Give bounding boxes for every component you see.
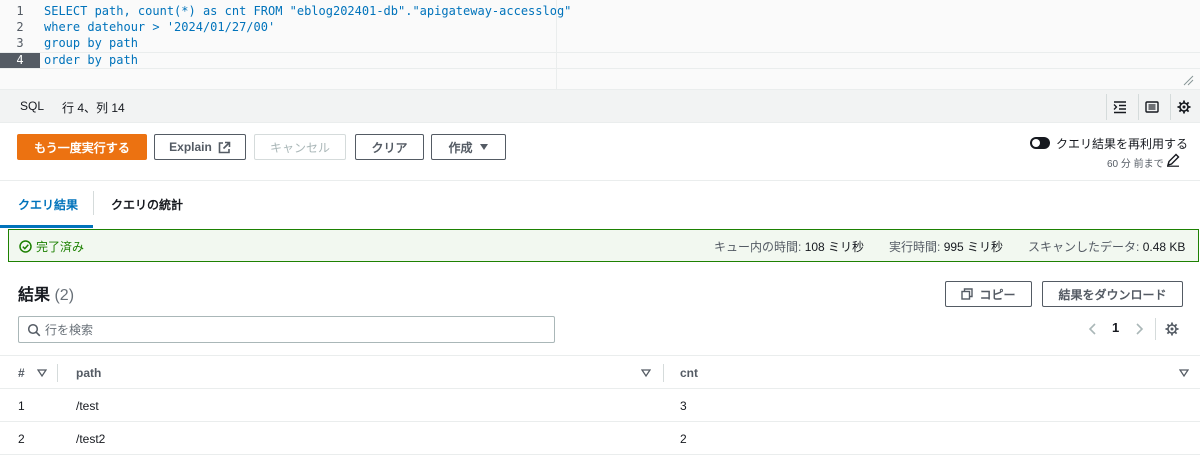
explain-label: Explain	[169, 140, 212, 154]
search-input[interactable]	[45, 320, 545, 339]
results-table-header: # path cnt	[0, 355, 1200, 389]
copy-label: コピー	[979, 287, 1016, 302]
next-page-icon[interactable]	[1134, 322, 1144, 336]
code-line[interactable]: 1 SELECT path, count(*) as cnt FROM "ebl…	[0, 3, 571, 19]
cell-cnt: 2	[680, 432, 687, 446]
code-text[interactable]: SELECT path, count(*) as cnt FROM "eblog…	[44, 3, 571, 19]
status-text: 完了済み	[36, 240, 85, 254]
create-dropdown-button[interactable]: 作成	[431, 134, 506, 160]
rerun-button[interactable]: もう一度実行する	[17, 134, 147, 160]
cell-path: /test2	[76, 432, 106, 446]
column-header-cnt[interactable]: cnt	[680, 366, 698, 380]
cell-cnt: 3	[680, 399, 687, 413]
cancel-button[interactable]: キャンセル	[254, 134, 346, 160]
check-circle-icon	[19, 240, 32, 253]
language-label: SQL	[20, 99, 45, 113]
line-number: 4	[0, 52, 40, 68]
exec-time: 実行時間: 995 ミリ秒	[889, 238, 1003, 255]
sort-caret-icon[interactable]	[641, 368, 651, 378]
code-line[interactable]: 2 where datehour > '2024/01/27/00'	[0, 19, 556, 35]
reuse-results-label: クエリ結果を再利用する	[1056, 137, 1189, 151]
table-row: 2 /test2 2	[0, 422, 1200, 455]
resize-handle-icon[interactable]	[1182, 74, 1194, 86]
edit-pencil-icon[interactable]	[1166, 153, 1180, 167]
sql-editor[interactable]: 1 SELECT path, count(*) as cnt FROM "ebl…	[0, 0, 1200, 90]
cancel-label: キャンセル	[269, 140, 330, 155]
results-title: 結果	[18, 287, 51, 304]
reuse-results-toggle[interactable]	[1030, 137, 1050, 149]
code-line-active[interactable]: 4 order by path	[0, 52, 556, 68]
prev-page-icon[interactable]	[1088, 322, 1098, 336]
data-scanned-value: 0.48 KB	[1142, 240, 1186, 254]
exec-time-label: 実行時間:	[889, 240, 941, 254]
code-text[interactable]: group by path	[44, 35, 138, 51]
queue-time: キュー内の時間: 108 ミリ秒	[714, 238, 864, 255]
code-text[interactable]: order by path	[44, 52, 138, 68]
exec-time-value: 995 ミリ秒	[943, 240, 1004, 254]
data-scanned-label: スキャンしたデータ:	[1028, 240, 1140, 254]
create-label: 作成	[448, 140, 473, 155]
shortcuts-button[interactable]	[1138, 94, 1164, 120]
editor-divider	[556, 0, 557, 90]
data-scanned: スキャンしたデータ: 0.48 KB	[1028, 238, 1185, 255]
editor-divider	[0, 52, 1200, 53]
editor-status-bar: SQL 行 4、列 14	[0, 90, 1200, 123]
copy-icon	[961, 288, 974, 300]
keyboard-icon	[1144, 101, 1159, 113]
download-results-button[interactable]: 結果をダウンロード	[1042, 281, 1183, 307]
reuse-age-label: 60 分 前まで	[1107, 159, 1164, 170]
active-tab-indicator	[0, 225, 93, 228]
copy-button[interactable]: コピー	[945, 281, 1032, 307]
external-link-icon	[218, 141, 231, 153]
cell-index: 1	[18, 399, 25, 413]
download-label: 結果をダウンロード	[1058, 287, 1167, 302]
pager-separator	[1155, 318, 1156, 340]
table-settings-gear-icon[interactable]	[1165, 322, 1179, 336]
tab-query-stats[interactable]: クエリの統計	[111, 196, 183, 213]
format-button[interactable]	[1106, 94, 1132, 120]
column-header-index[interactable]: #	[18, 366, 25, 380]
column-header-path[interactable]: path	[76, 366, 101, 380]
results-heading: 結果 (2)	[18, 281, 74, 305]
success-banner: 完了済み キュー内の時間: 108 ミリ秒 実行時間: 995 ミリ秒 スキャン…	[8, 229, 1199, 262]
queue-time-value: 108 ミリ秒	[804, 240, 865, 254]
search-icon	[27, 323, 41, 337]
line-number: 1	[16, 4, 24, 18]
row-search[interactable]	[18, 316, 555, 343]
column-separator[interactable]	[57, 364, 58, 382]
current-page[interactable]: 1	[1112, 320, 1119, 335]
table-row: 1 /test 3	[0, 389, 1200, 422]
code-text[interactable]: where datehour > '2024/01/27/00'	[44, 19, 275, 35]
editor-settings-button[interactable]	[1170, 94, 1196, 120]
rerun-label: もう一度実行する	[34, 140, 130, 155]
editor-divider	[0, 68, 1200, 69]
column-separator[interactable]	[663, 364, 664, 382]
indent-icon	[1113, 101, 1126, 114]
explain-button[interactable]: Explain	[154, 134, 246, 160]
cell-path: /test	[76, 399, 99, 413]
sort-caret-icon[interactable]	[1179, 368, 1189, 378]
tab-query-results[interactable]: クエリ結果	[18, 196, 78, 213]
code-line[interactable]: 3 group by path	[0, 35, 556, 51]
caret-down-icon	[479, 144, 488, 150]
cell-index: 2	[18, 432, 25, 446]
results-count: (2)	[54, 287, 75, 304]
sort-caret-icon[interactable]	[37, 368, 47, 378]
tab-separator	[93, 191, 94, 215]
gear-icon	[1177, 100, 1190, 114]
status-complete: 完了済み	[19, 238, 84, 255]
cursor-position: 行 4、列 14	[62, 101, 125, 115]
clear-button[interactable]: クリア	[355, 134, 424, 160]
queue-time-label: キュー内の時間:	[714, 240, 802, 254]
tabs-divider	[0, 180, 1200, 181]
line-number: 3	[16, 36, 24, 50]
clear-label: クリア	[371, 140, 408, 155]
line-number: 2	[16, 20, 24, 34]
